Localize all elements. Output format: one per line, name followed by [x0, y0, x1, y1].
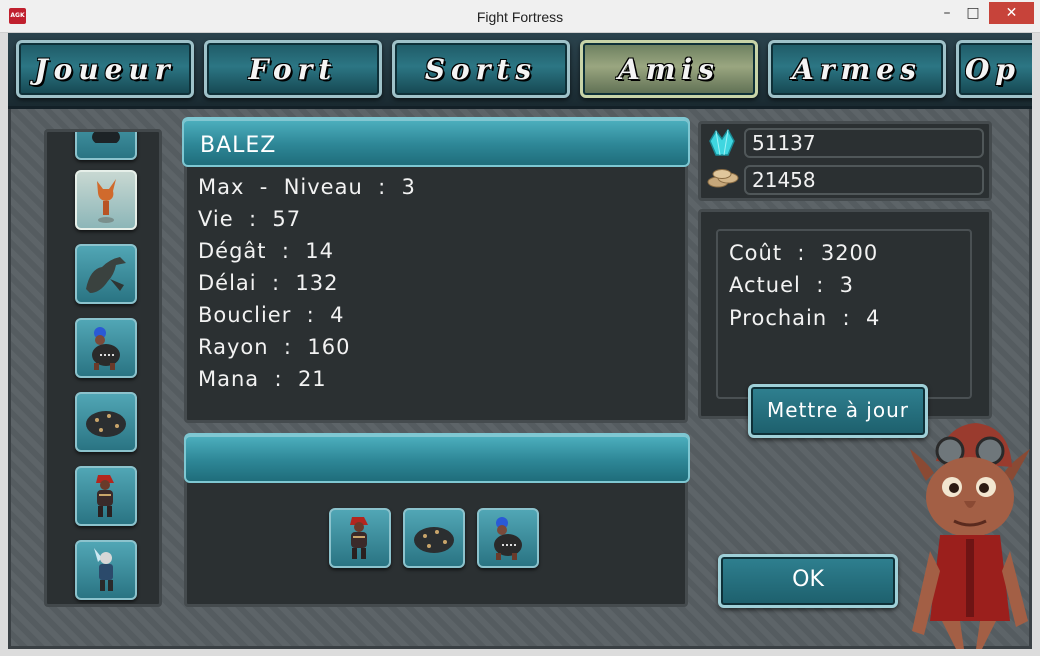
- maximize-button[interactable]: □: [960, 2, 986, 24]
- minimize-button[interactable]: –: [934, 2, 960, 24]
- tab-label: Op: [965, 52, 1021, 86]
- roster-slot-selected[interactable]: [75, 170, 137, 230]
- upgrade-next-level: Prochain : 4: [729, 306, 881, 330]
- tab-label: Armes: [792, 52, 922, 86]
- blue-hair-warrior-icon: [494, 517, 522, 560]
- crystal-icon: [709, 129, 735, 156]
- roster-slot[interactable]: [75, 540, 137, 600]
- spiked-boulder-icon: [86, 411, 126, 437]
- unit-roster[interactable]: [44, 129, 162, 607]
- tab-amis[interactable]: Amis: [580, 40, 758, 98]
- team-unit-slot[interactable]: [329, 508, 391, 568]
- spiked-boulder-icon: [414, 527, 454, 553]
- red-hair-fighter-icon: [96, 475, 114, 517]
- roster-slot[interactable]: [75, 132, 137, 160]
- roster-slot[interactable]: [75, 318, 137, 378]
- title-bar: AGK Fight Fortress – □ ✕: [0, 0, 1040, 33]
- window-title: Fight Fortress: [476, 9, 564, 25]
- coin-count: 21458: [744, 165, 984, 195]
- stat-delay: Délai : 132: [198, 271, 339, 295]
- close-button[interactable]: ✕: [989, 2, 1034, 24]
- tab-options[interactable]: Op: [956, 40, 1032, 98]
- stat-health: Vie : 57: [198, 207, 302, 231]
- stat-damage: Dégât : 14: [198, 239, 335, 263]
- stat-shield: Bouclier : 4: [198, 303, 345, 327]
- winged-knight-icon: [94, 548, 113, 591]
- stat-max-level: Max - Niveau : 3: [198, 175, 416, 199]
- goblin-mascot-image: [910, 423, 1030, 649]
- upgrade-current-level: Actuel : 3: [729, 273, 854, 297]
- team-header-bar: [184, 433, 690, 483]
- unit-name: BALEZ: [200, 133, 277, 158]
- fire-imp-icon: [97, 179, 116, 223]
- game-viewport: Joueur Fort Sorts Amis Armes Op BALEZ Ma…: [8, 33, 1032, 649]
- team-unit-slot[interactable]: [477, 508, 539, 568]
- tab-label: Amis: [618, 52, 720, 86]
- tab-label: Joueur: [34, 52, 176, 86]
- blue-hair-warrior-icon: [92, 327, 120, 370]
- tab-sorts[interactable]: Sorts: [392, 40, 570, 98]
- roster-slot[interactable]: [75, 466, 137, 526]
- tab-label: Fort: [248, 52, 338, 86]
- tab-joueur[interactable]: Joueur: [16, 40, 194, 98]
- stat-mana: Mana : 21: [198, 367, 327, 391]
- red-hair-fighter-icon: [350, 517, 368, 559]
- ok-button[interactable]: OK: [718, 554, 898, 608]
- roster-slot[interactable]: [75, 392, 137, 452]
- coins-icon: [707, 169, 739, 188]
- tab-label: Sorts: [424, 52, 538, 86]
- tab-armes[interactable]: Armes: [768, 40, 946, 98]
- crystal-count: 51137: [744, 128, 984, 158]
- tab-fort[interactable]: Fort: [204, 40, 382, 98]
- upgrade-button[interactable]: Mettre à jour: [748, 384, 928, 438]
- upgrade-cost: Coût : 3200: [729, 241, 879, 265]
- unit-name-bar: BALEZ: [182, 117, 690, 167]
- unit-partial-icon: [92, 132, 120, 143]
- tab-bar: Joueur Fort Sorts Amis Armes Op: [8, 33, 1032, 109]
- team-unit-slot[interactable]: [403, 508, 465, 568]
- stat-range: Rayon : 160: [198, 335, 351, 359]
- sea-serpent-icon: [86, 257, 126, 293]
- roster-slot[interactable]: [75, 244, 137, 304]
